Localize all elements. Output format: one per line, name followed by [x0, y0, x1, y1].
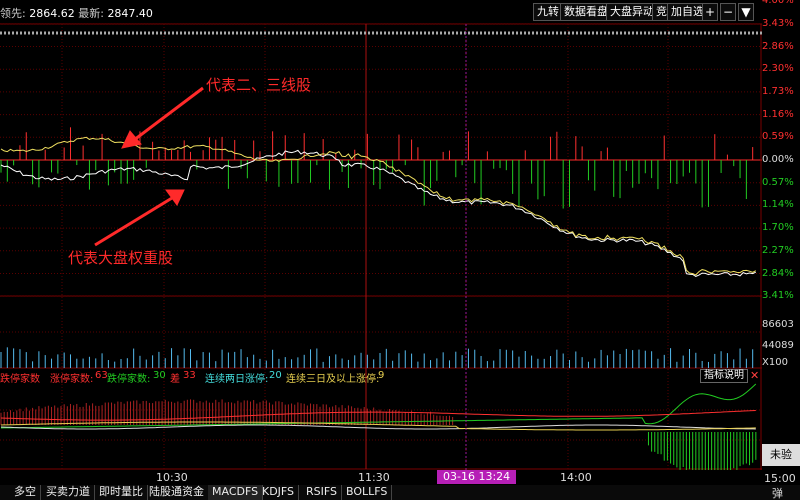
- annotation-heavyweights: 代表大盘权重股: [68, 249, 174, 267]
- axis-down-1: 1.14%: [762, 199, 794, 211]
- time-axis: 10:30 11:30 14:00: [0, 470, 762, 484]
- tab-buy-sell-force[interactable]: 买卖力道: [42, 485, 95, 500]
- axis-down-5: 3.41%: [762, 290, 794, 302]
- axis-up-4: 1.73%: [762, 85, 794, 97]
- axis-down-0: 0.57%: [762, 176, 794, 188]
- three-day-label: 连续三日及以上涨停:: [286, 374, 380, 385]
- tab-rsifs[interactable]: RSIFS: [302, 485, 342, 500]
- diff-label: 差: [170, 374, 180, 385]
- diff-value: 33: [183, 370, 196, 381]
- indicator-white-line: [0, 424, 756, 430]
- axis-up-1: 3.43%: [762, 17, 794, 29]
- volume-bars: [0, 347, 754, 368]
- axis-up-0: 4.00%: [762, 0, 794, 7]
- up-down-bars: [0, 127, 754, 209]
- tab-kdjfs[interactable]: KDJFS: [258, 485, 300, 500]
- axis-down-4: 2.84%: [762, 267, 794, 279]
- axis-up-2: 2.86%: [762, 40, 794, 52]
- tab-macdfs[interactable]: MACDFS: [208, 485, 264, 500]
- side-box[interactable]: 未验: [762, 444, 800, 466]
- annotation-second-tier: 代表二、三线股: [206, 76, 312, 94]
- three-day-value: 9: [378, 370, 385, 381]
- time-1400: 14:00: [560, 471, 592, 484]
- volume-axis-top: 86603: [762, 319, 794, 330]
- time-1500: 15:00: [764, 472, 796, 485]
- tab-long-short[interactable]: 多空: [10, 485, 41, 500]
- cursor-time-label: 03-16 13:24: [437, 470, 517, 484]
- intraday-chart: [0, 23, 762, 470]
- indicator-tabs: 多空 买卖力道 即时量比 陆股通资金 MACDFS KDJFS RSIFS BO…: [0, 485, 800, 500]
- axis-up-6: 0.59%: [762, 131, 794, 143]
- side-bottom[interactable]: 弹: [772, 485, 783, 500]
- limit-up-label: 涨停家数:: [50, 374, 94, 385]
- arrow-upper: [121, 86, 204, 149]
- volume-axis-mid: 44089: [762, 340, 794, 351]
- limit-up-value: 63: [95, 370, 108, 381]
- limit-down-label: 跌停家数:: [107, 374, 151, 385]
- up-limit-label: 跌停家数: [0, 374, 40, 385]
- axis-zero: 0.00%: [762, 154, 794, 165]
- indicator-explain-button[interactable]: 指标说明: [700, 369, 748, 383]
- limit-down-value: 30: [153, 370, 166, 381]
- two-day-label: 连续两日涨停:: [205, 374, 269, 385]
- time-1030: 10:30: [156, 471, 188, 484]
- tab-bollfs[interactable]: BOLLFS: [342, 485, 393, 500]
- axis-up-5: 1.16%: [762, 108, 794, 120]
- volume-axis-unit: X100: [762, 357, 788, 368]
- axis-down-2: 1.70%: [762, 222, 794, 234]
- tab-volume-ratio[interactable]: 即时量比: [95, 485, 148, 500]
- axis-up-3: 2.30%: [762, 63, 794, 75]
- arrow-lower: [94, 189, 185, 247]
- tab-northbound[interactable]: 陆股通资金: [145, 485, 209, 500]
- close-icon[interactable]: ✕: [750, 369, 759, 382]
- two-day-value: 20: [269, 370, 282, 381]
- indicator-header: 跌停家数 涨停家数: 63 跌停家数: 30 差 33 连续两日涨停: 20 连…: [0, 369, 762, 385]
- axis-down-3: 2.27%: [762, 244, 794, 256]
- time-1130: 11:30: [358, 471, 390, 484]
